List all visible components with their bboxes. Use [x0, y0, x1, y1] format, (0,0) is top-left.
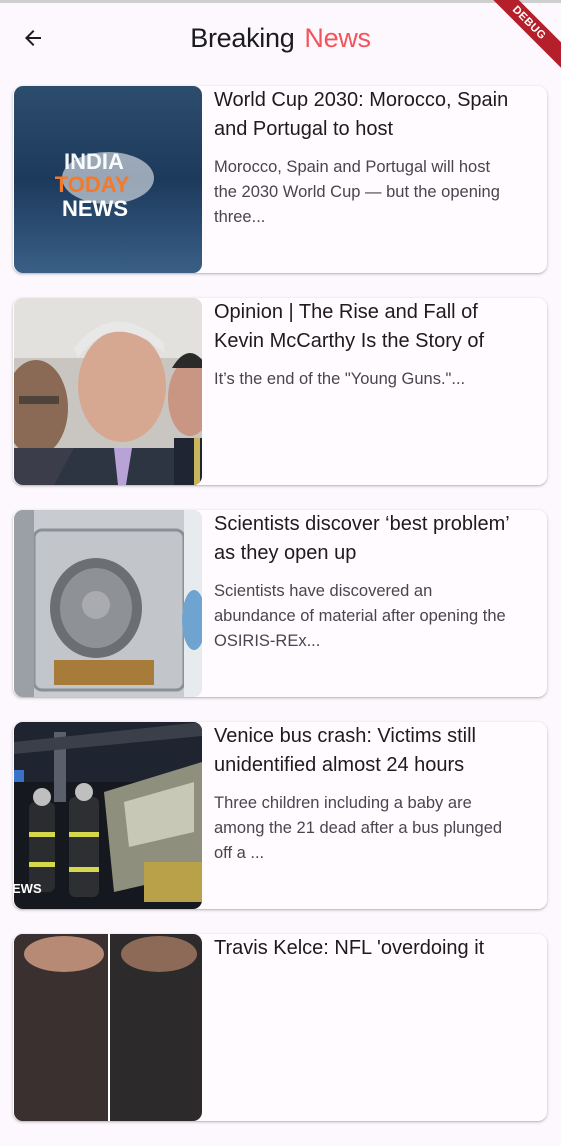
- image-overlay-text: EWS: [14, 881, 42, 896]
- news-title: Venice bus crash: Victims still unidenti…: [214, 725, 476, 776]
- news-card[interactable]: Scientists discover ‘best problem’ as th…: [13, 510, 547, 697]
- title-breaking: Breaking: [190, 23, 295, 53]
- news-description: Three children including a baby are amon…: [214, 794, 503, 862]
- page-title: Breaking News: [0, 21, 561, 55]
- night-rescue-photo: EWS: [14, 722, 202, 909]
- sample-capsule-photo: [14, 510, 202, 697]
- logo-line-3: NEWS: [62, 196, 128, 221]
- news-card[interactable]: Opinion | The Rise and Fall of Kevin McC…: [13, 298, 547, 485]
- news-title: World Cup 2030: Morocco, Spain and Portu…: [214, 89, 509, 140]
- india-today-logo-image: INDIA TODAY NEWS: [14, 86, 202, 273]
- title-news: News: [304, 23, 371, 53]
- men-in-suits-photo: [14, 298, 202, 485]
- news-thumbnail: INDIA TODAY NEWS: [14, 86, 202, 273]
- news-card[interactable]: EWS Venice bus crash: Victims still unid…: [13, 722, 547, 909]
- partial-photo: [14, 934, 202, 1121]
- news-description: It’s the end of the "Young Guns."...: [214, 370, 466, 388]
- news-card[interactable]: INDIA TODAY NEWS World Cup 2030: Morocco…: [13, 86, 547, 273]
- news-title: Travis Kelce: NFL 'overdoing it: [214, 937, 485, 959]
- app-bar: Breaking News: [0, 3, 561, 73]
- news-title: Opinion | The Rise and Fall of Kevin McC…: [214, 301, 485, 352]
- news-thumbnail: [14, 510, 202, 697]
- news-title: Scientists discover ‘best problem’ as th…: [214, 513, 509, 564]
- news-thumbnail: [14, 298, 202, 485]
- news-thumbnail: EWS: [14, 722, 202, 909]
- news-list[interactable]: INDIA TODAY NEWS World Cup 2030: Morocco…: [13, 86, 547, 1146]
- news-thumbnail: [14, 934, 202, 1121]
- news-description: Scientists have discovered an abundance …: [214, 582, 506, 650]
- logo-line-2: TODAY: [55, 172, 130, 197]
- news-description: Morocco, Spain and Portugal will host th…: [214, 158, 500, 226]
- logo-line-1: INDIA: [64, 149, 124, 174]
- news-card[interactable]: Travis Kelce: NFL 'overdoing it: [13, 934, 547, 1121]
